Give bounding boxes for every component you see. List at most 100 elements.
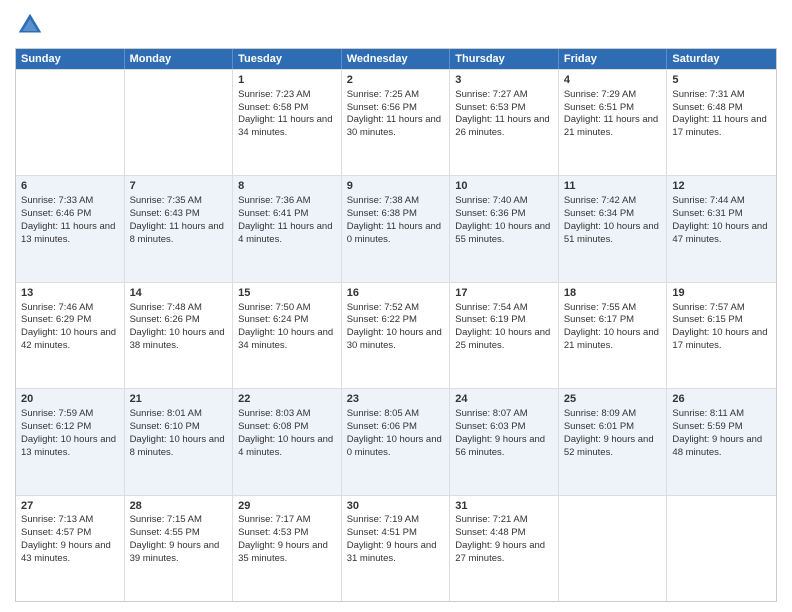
sunset: Sunset: 6:06 PM bbox=[347, 421, 417, 432]
empty-cell bbox=[125, 70, 234, 175]
day-cell-15: 15Sunrise: 7:50 AMSunset: 6:24 PMDayligh… bbox=[233, 283, 342, 388]
sunset: Sunset: 6:19 PM bbox=[455, 314, 525, 325]
calendar: SundayMondayTuesdayWednesdayThursdayFrid… bbox=[15, 48, 777, 602]
daylight: Daylight: 10 hours and 0 minutes. bbox=[347, 434, 442, 458]
daylight: Daylight: 9 hours and 31 minutes. bbox=[347, 540, 437, 564]
day-number: 3 bbox=[455, 73, 553, 88]
sunrise: Sunrise: 7:46 AM bbox=[21, 302, 93, 313]
daylight: Daylight: 10 hours and 47 minutes. bbox=[672, 221, 767, 245]
page: SundayMondayTuesdayWednesdayThursdayFrid… bbox=[0, 0, 792, 612]
sunset: Sunset: 4:55 PM bbox=[130, 527, 200, 538]
daylight: Daylight: 10 hours and 13 minutes. bbox=[21, 434, 116, 458]
sunset: Sunset: 4:51 PM bbox=[347, 527, 417, 538]
day-cell-22: 22Sunrise: 8:03 AMSunset: 6:08 PMDayligh… bbox=[233, 389, 342, 494]
sunset: Sunset: 4:57 PM bbox=[21, 527, 91, 538]
sunrise: Sunrise: 7:59 AM bbox=[21, 408, 93, 419]
day-cell-27: 27Sunrise: 7:13 AMSunset: 4:57 PMDayligh… bbox=[16, 496, 125, 601]
day-cell-17: 17Sunrise: 7:54 AMSunset: 6:19 PM Dayligh… bbox=[450, 283, 559, 388]
day-cell-29: 29Sunrise: 7:17 AMSunset: 4:53 PMDayligh… bbox=[233, 496, 342, 601]
sunrise: Sunrise: 7:21 AM bbox=[455, 514, 527, 525]
sunset: Sunset: 6:17 PM bbox=[564, 314, 634, 325]
day-number: 6 bbox=[21, 179, 119, 194]
daylight: Daylight: 11 hours and 34 minutes. bbox=[238, 114, 332, 138]
sunrise: Sunrise: 7:36 AM bbox=[238, 195, 310, 206]
daylight: Daylight: 11 hours and 17 minutes. bbox=[672, 114, 766, 138]
sunrise: Sunrise: 7:38 AM bbox=[347, 195, 419, 206]
day-cell-26: 26Sunrise: 8:11 AMSunset: 5:59 PMDayligh… bbox=[667, 389, 776, 494]
sunrise: Sunrise: 7:19 AM bbox=[347, 514, 419, 525]
sunrise: Sunrise: 8:07 AM bbox=[455, 408, 527, 419]
daylight: Daylight: 11 hours and 0 minutes. bbox=[347, 221, 441, 245]
sunset: Sunset: 6:26 PM bbox=[130, 314, 200, 325]
day-number: 16 bbox=[347, 286, 445, 301]
sunrise: Sunrise: 7:29 AM bbox=[564, 89, 636, 100]
day-number: 27 bbox=[21, 499, 119, 514]
sunrise: Sunrise: 7:54 AM bbox=[455, 302, 527, 313]
day-number: 31 bbox=[455, 499, 553, 514]
sunset: Sunset: 4:48 PM bbox=[455, 527, 525, 538]
sunrise: Sunrise: 7:42 AM bbox=[564, 195, 636, 206]
calendar-row-4: 20Sunrise: 7:59 AMSunset: 6:12 PMDayligh… bbox=[16, 388, 776, 494]
sunset: Sunset: 6:22 PM bbox=[347, 314, 417, 325]
header-day-saturday: Saturday bbox=[667, 49, 776, 69]
day-cell-12: 12Sunrise: 7:44 AMSunset: 6:31 PMDayligh… bbox=[667, 176, 776, 281]
sunrise: Sunrise: 7:31 AM bbox=[672, 89, 744, 100]
sunset: Sunset: 6:24 PM bbox=[238, 314, 308, 325]
day-number: 30 bbox=[347, 499, 445, 514]
sunset: Sunset: 6:38 PM bbox=[347, 208, 417, 219]
sunrise: Sunrise: 7:23 AM bbox=[238, 89, 310, 100]
day-number: 28 bbox=[130, 499, 228, 514]
day-number: 8 bbox=[238, 179, 336, 194]
header-day-tuesday: Tuesday bbox=[233, 49, 342, 69]
daylight: Daylight: 10 hours and 25 minutes. bbox=[455, 327, 550, 351]
day-number: 2 bbox=[347, 73, 445, 88]
calendar-row-5: 27Sunrise: 7:13 AMSunset: 4:57 PMDayligh… bbox=[16, 495, 776, 601]
sunset: Sunset: 6:08 PM bbox=[238, 421, 308, 432]
header-day-monday: Monday bbox=[125, 49, 234, 69]
sunset: Sunset: 6:53 PM bbox=[455, 102, 525, 113]
sunrise: Sunrise: 7:48 AM bbox=[130, 302, 202, 313]
day-cell-30: 30Sunrise: 7:19 AM Sunset: 4:51 PM Dayligh… bbox=[342, 496, 451, 601]
daylight: Daylight: 11 hours and 4 minutes. bbox=[238, 221, 332, 245]
daylight: Daylight: 11 hours and 8 minutes. bbox=[130, 221, 224, 245]
sunset: Sunset: 6:36 PM bbox=[455, 208, 525, 219]
day-number: 25 bbox=[564, 392, 662, 407]
sunrise: Sunrise: 7:55 AM bbox=[564, 302, 636, 313]
day-number: 4 bbox=[564, 73, 662, 88]
day-cell-5: 5Sunrise: 7:31 AMSunset: 6:48 PMDaylight… bbox=[667, 70, 776, 175]
day-number: 12 bbox=[672, 179, 771, 194]
sunset: Sunset: 6:34 PM bbox=[564, 208, 634, 219]
day-cell-13: 13Sunrise: 7:46 AMSunset: 6:29 PMDayligh… bbox=[16, 283, 125, 388]
calendar-body: 1Sunrise: 7:23 AMSunset: 6:58 PMDaylight… bbox=[16, 69, 776, 601]
sunrise: Sunrise: 7:50 AM bbox=[238, 302, 310, 313]
calendar-row-1: 1Sunrise: 7:23 AMSunset: 6:58 PMDaylight… bbox=[16, 69, 776, 175]
empty-cell bbox=[667, 496, 776, 601]
day-cell-31: 31Sunrise: 7:21 AMSunset: 4:48 PMDayligh… bbox=[450, 496, 559, 601]
day-cell-20: 20Sunrise: 7:59 AMSunset: 6:12 PMDayligh… bbox=[16, 389, 125, 494]
day-cell-10: 10Sunrise: 7:40 AMSunset: 6:36 PMDayligh… bbox=[450, 176, 559, 281]
day-cell-9: 9Sunrise: 7:38 AMSunset: 6:38 PMDaylight… bbox=[342, 176, 451, 281]
day-number: 10 bbox=[455, 179, 553, 194]
daylight: Daylight: 10 hours and 51 minutes. bbox=[564, 221, 659, 245]
daylight: Daylight: 11 hours and 21 minutes. bbox=[564, 114, 658, 138]
sunset: Sunset: 6:56 PM bbox=[347, 102, 417, 113]
day-cell-14: 14Sunrise: 7:48 AMSunset: 6:26 PMDayligh… bbox=[125, 283, 234, 388]
day-number: 22 bbox=[238, 392, 336, 407]
sunrise: Sunrise: 7:17 AM bbox=[238, 514, 310, 525]
day-cell-1: 1Sunrise: 7:23 AMSunset: 6:58 PMDaylight… bbox=[233, 70, 342, 175]
day-number: 1 bbox=[238, 73, 336, 88]
calendar-header: SundayMondayTuesdayWednesdayThursdayFrid… bbox=[16, 49, 776, 69]
daylight: Daylight: 9 hours and 48 minutes. bbox=[672, 434, 762, 458]
empty-cell bbox=[16, 70, 125, 175]
sunrise: Sunrise: 7:40 AM bbox=[455, 195, 527, 206]
calendar-row-3: 13Sunrise: 7:46 AMSunset: 6:29 PMDayligh… bbox=[16, 282, 776, 388]
day-number: 17 bbox=[455, 286, 553, 301]
sunset: Sunset: 6:03 PM bbox=[455, 421, 525, 432]
sunset: Sunset: 5:59 PM bbox=[672, 421, 742, 432]
empty-cell bbox=[559, 496, 668, 601]
day-cell-2: 2Sunrise: 7:25 AMSunset: 6:56 PMDaylight… bbox=[342, 70, 451, 175]
daylight: Daylight: 9 hours and 52 minutes. bbox=[564, 434, 654, 458]
day-number: 26 bbox=[672, 392, 771, 407]
sunset: Sunset: 6:12 PM bbox=[21, 421, 91, 432]
day-cell-24: 24Sunrise: 8:07 AMSunset: 6:03 PMDayligh… bbox=[450, 389, 559, 494]
